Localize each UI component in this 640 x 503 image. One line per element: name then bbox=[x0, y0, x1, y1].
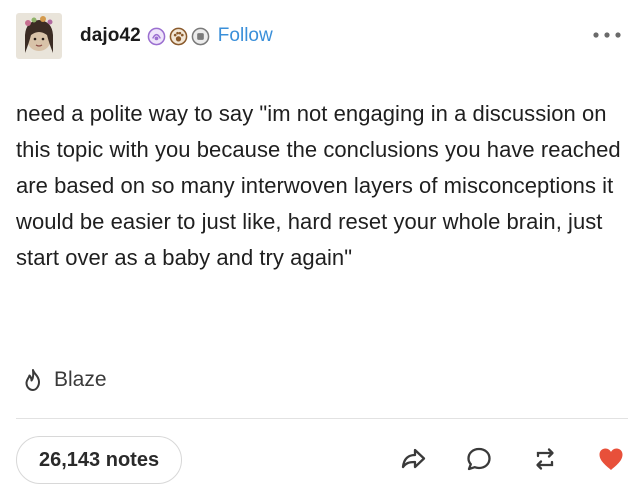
follow-button[interactable]: Follow bbox=[218, 25, 273, 47]
avatar[interactable] bbox=[16, 13, 62, 59]
purple-badge-icon[interactable] bbox=[147, 27, 166, 46]
blaze-label: Blaze bbox=[54, 368, 107, 391]
paw-badge-icon[interactable] bbox=[169, 27, 188, 46]
username[interactable]: dajo42 bbox=[80, 25, 141, 47]
badge-group bbox=[147, 27, 210, 46]
blaze-button[interactable]: Blaze bbox=[20, 367, 107, 393]
post-body-text: need a polite way to say "im not engagin… bbox=[16, 101, 621, 270]
reply-bubble-icon[interactable] bbox=[464, 444, 494, 474]
gray-badge-icon[interactable] bbox=[191, 27, 210, 46]
share-arrow-icon[interactable] bbox=[398, 444, 428, 474]
post-card: dajo42 Follow need a polite way to say "… bbox=[0, 0, 640, 503]
flame-icon bbox=[25, 369, 40, 391]
notes-count-button[interactable]: 26,143 notes bbox=[16, 436, 183, 484]
heart-icon[interactable] bbox=[596, 444, 626, 474]
post-actions bbox=[398, 444, 626, 474]
reblog-icon[interactable] bbox=[530, 444, 560, 474]
post-header: dajo42 Follow bbox=[16, 12, 630, 60]
more-dots-icon[interactable] bbox=[590, 28, 624, 42]
divider bbox=[16, 418, 628, 419]
